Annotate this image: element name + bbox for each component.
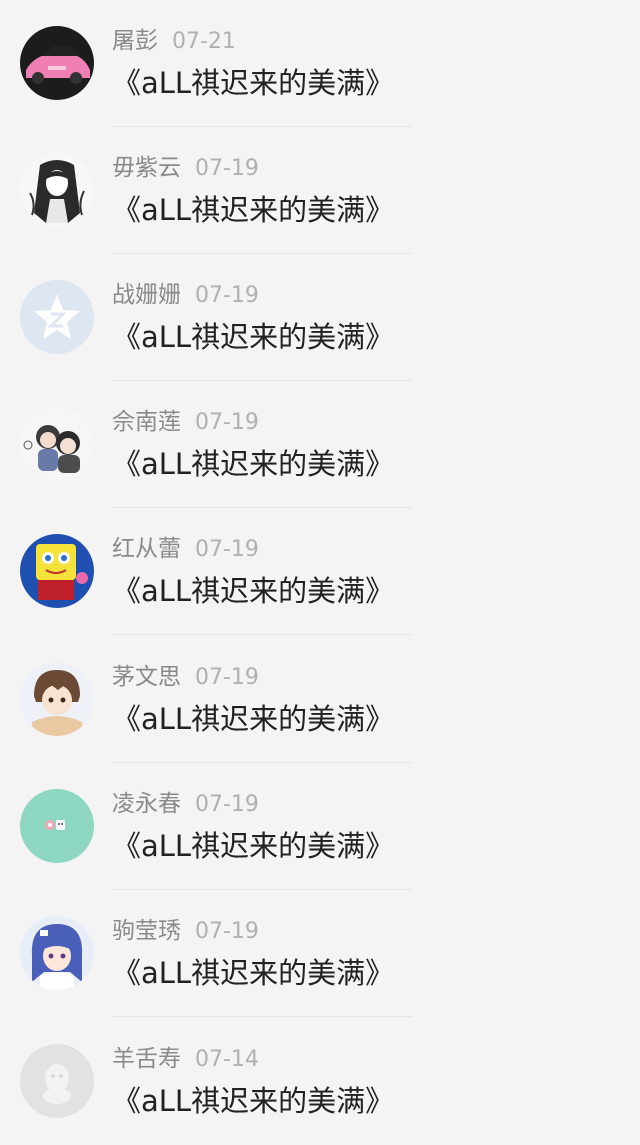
divider [112,634,412,635]
message-text: 《aLL祺迟来的美满》 [112,829,395,863]
message-item[interactable]: 佘南莲 07-19 《aLL祺迟来的美满》 [0,381,640,508]
message-text: 《aLL祺迟来的美满》 [112,320,395,354]
sponge-cartoon-avatar[interactable] [20,534,94,608]
sender-name: 茅文思 [112,664,181,690]
message-text: 《aLL祺迟来的美满》 [112,66,395,100]
message-item[interactable]: 屠彭 07-21 《aLL祺迟来的美满》 [0,0,640,127]
message-date: 07-19 [195,410,259,435]
message-date: 07-19 [195,537,259,562]
message-item[interactable]: 驹莹琇 07-19 《aLL祺迟来的美满》 [0,890,640,1017]
message-date: 07-19 [195,283,259,308]
mint-cute-avatar[interactable] [20,789,94,863]
message-text: 《aLL祺迟来的美满》 [112,574,395,608]
message-text: 《aLL祺迟来的美满》 [112,193,395,227]
manga-girl-avatar[interactable] [20,153,94,227]
message-item[interactable]: 毋紫云 07-19 《aLL祺迟来的美满》 [0,127,640,254]
message-text: 《aLL祺迟来的美满》 [112,447,395,481]
message-text: 《aLL祺迟来的美满》 [112,1084,395,1118]
message-item[interactable]: 凌永春 07-19 《aLL祺迟来的美满》 [0,763,640,890]
default-penguin-avatar[interactable] [20,1044,94,1118]
message-item[interactable]: 羊舌寿 07-14 《aLL祺迟来的美满》 [0,1018,640,1145]
sender-name: 战姗姗 [112,282,181,308]
blue-hair-anime-avatar[interactable] [20,916,94,990]
sender-name: 驹莹琇 [112,918,181,944]
pink-car-avatar[interactable] [20,26,94,100]
message-item[interactable]: 红从蕾 07-19 《aLL祺迟来的美满》 [0,508,640,635]
message-item[interactable]: 战姗姗 07-19 《aLL祺迟来的美满》 [0,254,640,381]
message-date: 07-19 [195,792,259,817]
message-date: 07-14 [195,1047,259,1072]
message-item[interactable]: 茅文思 07-19 《aLL祺迟来的美满》 [0,636,640,763]
sender-name: 凌永春 [112,791,181,817]
sender-name: 佘南莲 [112,409,181,435]
message-date: 07-19 [195,156,259,181]
anime-boy-avatar[interactable] [20,662,94,736]
message-text: 《aLL祺迟来的美满》 [112,702,395,736]
divider [112,1016,412,1017]
message-list: 屠彭 07-21 《aLL祺迟来的美满》 毋紫云 07-19 《aLL祺迟来的美满》 [0,0,640,1141]
message-date: 07-19 [195,665,259,690]
sender-name: 羊舌寿 [112,1046,181,1072]
chibi-couple-avatar[interactable] [20,407,94,481]
sender-name: 毋紫云 [112,155,181,181]
message-date: 07-21 [172,29,236,54]
default-star-avatar[interactable] [20,280,94,354]
sender-name: 屠彭 [112,28,158,54]
message-date: 07-19 [195,919,259,944]
sender-name: 红从蕾 [112,536,181,562]
message-text: 《aLL祺迟来的美满》 [112,956,395,990]
